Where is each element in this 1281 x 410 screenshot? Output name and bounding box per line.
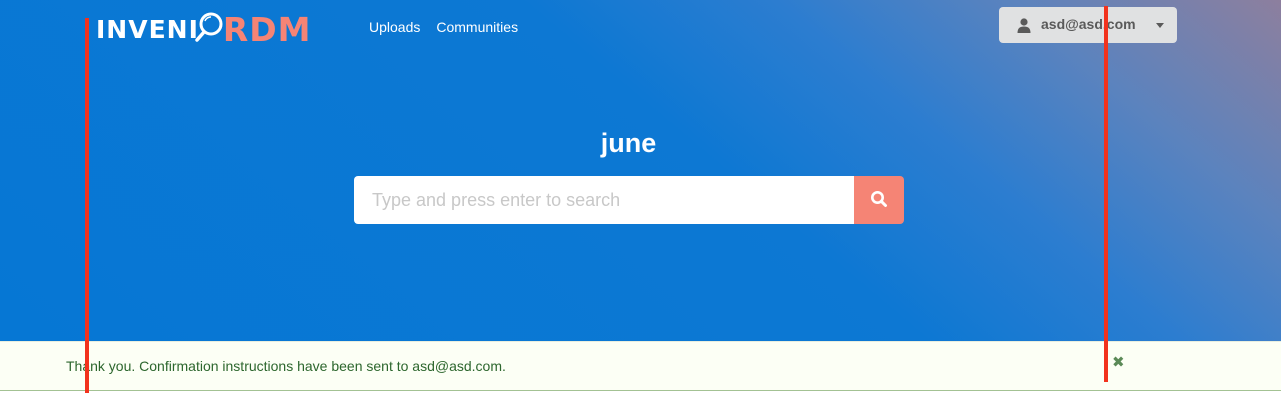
close-icon[interactable]: ✖ bbox=[1112, 353, 1125, 371]
logo-text-invenio: INVENI bbox=[96, 14, 199, 44]
flash-message: Thank you. Confirmation instructions hav… bbox=[0, 341, 1281, 391]
search-button[interactable] bbox=[854, 176, 904, 224]
logo-text-rdm: RDM bbox=[222, 9, 312, 49]
magnifier-logo-icon bbox=[195, 7, 225, 51]
hero-banner: INVENI RDM Uploads Communities asd@asd.c… bbox=[0, 0, 1281, 341]
search-icon bbox=[870, 190, 888, 211]
search-input[interactable] bbox=[354, 176, 854, 224]
annotation-line-right bbox=[1104, 6, 1108, 382]
user-email-label: asd@asd.com bbox=[1041, 16, 1136, 32]
page: INVENI RDM Uploads Communities asd@asd.c… bbox=[0, 0, 1281, 410]
nav-communities-link[interactable]: Communities bbox=[436, 18, 518, 36]
user-menu-dropdown[interactable]: asd@asd.com bbox=[999, 7, 1177, 43]
page-title: june bbox=[600, 128, 657, 158]
user-icon bbox=[1017, 18, 1031, 33]
main-nav: Uploads Communities bbox=[369, 18, 518, 36]
flash-message-text: Thank you. Confirmation instructions hav… bbox=[66, 358, 506, 374]
logo[interactable]: INVENI RDM bbox=[96, 6, 312, 52]
search-bar bbox=[354, 176, 904, 224]
chevron-down-icon bbox=[1156, 23, 1164, 28]
annotation-line-left bbox=[85, 18, 89, 393]
nav-uploads-link[interactable]: Uploads bbox=[369, 18, 420, 36]
